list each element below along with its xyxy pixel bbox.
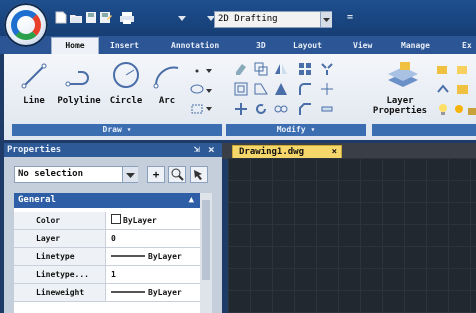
drawing-canvas[interactable] (228, 158, 476, 313)
pin-icon[interactable]: ⇲ (194, 144, 200, 155)
chamfer-icon[interactable] (298, 102, 312, 116)
rotate-icon[interactable] (254, 102, 268, 116)
line-icon[interactable] (20, 62, 48, 90)
lineweight-sample-icon (111, 291, 145, 293)
property-row-color[interactable]: Color ByLayer (14, 212, 200, 230)
property-value[interactable]: ByLayer (107, 212, 200, 229)
stretch-icon[interactable] (254, 82, 268, 96)
tab-insert[interactable]: Insert (110, 39, 139, 53)
draw-panel-label[interactable]: Draw ▾ (12, 124, 222, 136)
join-icon[interactable] (274, 102, 288, 116)
select-objects-icon[interactable] (168, 166, 186, 183)
modify-panel-label[interactable]: Modify ▾ (226, 124, 366, 136)
property-value[interactable]: ByLayer (107, 284, 200, 301)
selection-dropdown[interactable]: No selection (14, 166, 138, 183)
toggle-pickadd-button[interactable]: + (147, 166, 165, 183)
quick-access-dropdown-icon[interactable] (178, 16, 186, 22)
property-value[interactable]: 1 (107, 266, 200, 283)
properties-title: Properties (7, 145, 62, 155)
collapse-icon[interactable]: ▲ (189, 193, 194, 208)
selection-dropdown-arrow-icon[interactable] (122, 167, 138, 182)
layer-on-bulb-icon[interactable] (436, 102, 450, 116)
property-row-lineweight[interactable]: Lineweight ByLayer (14, 284, 200, 302)
layer-properties-icon[interactable] (386, 60, 420, 90)
save-as-icon[interactable] (100, 11, 112, 24)
fillet-icon[interactable] (298, 82, 312, 96)
property-value[interactable]: ByLayer (107, 248, 200, 265)
property-key: Lineweight (14, 284, 106, 301)
ellipse-icon[interactable] (190, 82, 204, 96)
layer-isolate-icon[interactable] (456, 62, 470, 76)
property-row-linetype-scale[interactable]: Linetype... 1 (14, 266, 200, 284)
quick-select-icon[interactable] (190, 166, 208, 183)
workspace-select[interactable]: 2D Drafting (214, 11, 332, 28)
layers-panel-bar (372, 124, 476, 136)
break-icon[interactable] (320, 102, 334, 116)
workspace-dropdown-icon[interactable] (320, 12, 332, 27)
move-icon[interactable] (234, 102, 248, 116)
new-icon[interactable] (55, 11, 67, 24)
trim-icon[interactable] (320, 82, 334, 96)
property-value[interactable]: 0 (107, 230, 200, 247)
app-menu-logo-icon[interactable] (4, 3, 48, 47)
layer-properties-label[interactable]: Layer Properties (372, 96, 428, 116)
linetype-value: ByLayer (148, 252, 182, 261)
polyline-icon[interactable] (64, 62, 96, 90)
tab-3d[interactable]: 3D (256, 39, 266, 53)
property-key: Color (14, 212, 106, 229)
property-row-linetype[interactable]: Linetype ByLayer (14, 248, 200, 266)
rectangle-dropdown-icon[interactable] (206, 106, 212, 112)
color-swatch-icon (111, 214, 121, 224)
category-label: General (18, 195, 56, 205)
copy-icon[interactable] (254, 62, 268, 76)
tab-annotation[interactable]: Annotation (171, 39, 219, 53)
erase-icon[interactable] (234, 62, 248, 76)
explode-icon[interactable] (320, 62, 334, 76)
point-icon[interactable] (190, 64, 204, 78)
arc-tool-label[interactable]: Arc (152, 96, 182, 106)
property-key: Layer (14, 230, 106, 247)
customize-toolbar-button[interactable]: = (347, 12, 353, 23)
layer-lock-icon[interactable] (466, 102, 476, 116)
tab-layout[interactable]: Layout (293, 39, 322, 53)
line-tool-label[interactable]: Line (18, 96, 50, 106)
mirror-icon[interactable] (274, 62, 288, 76)
tab-view[interactable]: View (353, 39, 372, 53)
arc-icon[interactable] (152, 62, 182, 90)
property-row-layer[interactable]: Layer 0 (14, 230, 200, 248)
ellipse-dropdown-icon[interactable] (206, 88, 212, 94)
property-key: Linetype... (14, 266, 106, 283)
property-key: Linetype (14, 248, 106, 265)
document-tab-label: Drawing1.dwg (239, 147, 305, 157)
circle-tool-label[interactable]: Circle (105, 96, 147, 106)
rectangle-icon[interactable] (190, 102, 204, 116)
layer-match-icon[interactable] (436, 82, 450, 96)
layer-state-icon[interactable] (436, 62, 450, 76)
open-icon[interactable] (70, 11, 82, 24)
array-icon[interactable] (298, 62, 312, 76)
color-value: ByLayer (123, 216, 157, 225)
layer-freeze-sun-icon[interactable] (452, 102, 466, 116)
document-tab[interactable]: Drawing1.dwg × (232, 145, 342, 159)
close-icon[interactable]: × (208, 143, 215, 156)
linetype-sample-icon (111, 255, 145, 257)
scrollbar-thumb[interactable] (202, 200, 210, 280)
print-icon[interactable] (119, 11, 135, 24)
save-icon[interactable] (85, 11, 97, 24)
layer-previous-icon[interactable] (456, 82, 470, 96)
properties-title-bar[interactable]: Properties (4, 143, 222, 157)
tab-home[interactable]: Home (51, 37, 99, 55)
category-general[interactable]: General ▲ (14, 193, 200, 208)
offset-icon[interactable] (234, 82, 248, 96)
polyline-tool-label[interactable]: Polyline (54, 96, 104, 106)
circle-icon[interactable] (111, 60, 141, 90)
draw-more-arrow-icon[interactable] (206, 68, 212, 74)
close-document-icon[interactable]: × (332, 146, 337, 158)
tab-manage[interactable]: Manage (401, 39, 430, 53)
tab-express[interactable]: Ex (462, 39, 472, 53)
scale-icon[interactable] (274, 82, 288, 96)
lineweight-value: ByLayer (148, 288, 182, 297)
